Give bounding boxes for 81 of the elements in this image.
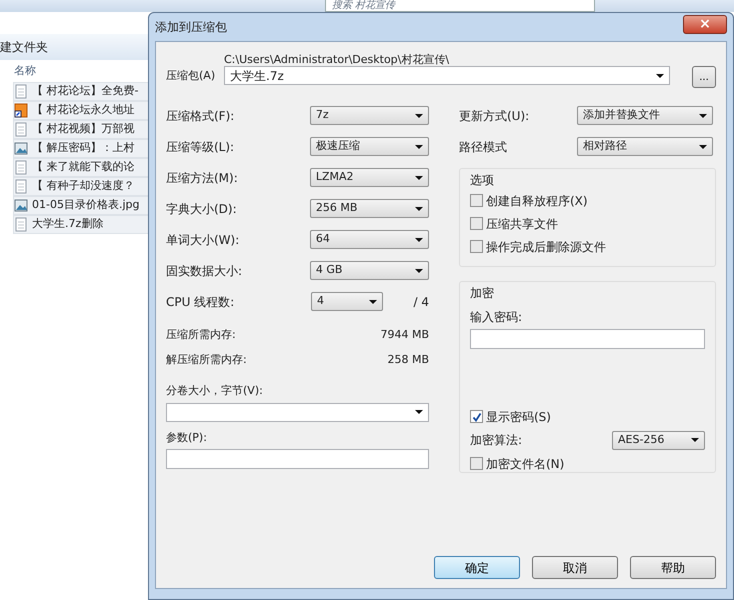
volume-size-field[interactable] (166, 402, 429, 422)
document-icon (14, 160, 28, 175)
caret-icon (691, 438, 699, 442)
field-label: 路径模式 (459, 138, 508, 156)
dropdown[interactable]: 4 (311, 292, 383, 311)
document-icon (14, 179, 28, 194)
ok-button[interactable]: 确定 (434, 556, 520, 579)
field-label: 输入密码: (470, 309, 524, 326)
document-icon (14, 122, 28, 137)
caret-icon (415, 238, 423, 242)
file-row[interactable]: 【 村花视频】万部视 (13, 120, 150, 139)
checkbox[interactable] (470, 217, 483, 230)
checkbox-label[interactable]: 操作完成后删除源文件 (486, 238, 606, 256)
password-field[interactable] (470, 329, 705, 349)
checkbox[interactable] (470, 410, 483, 423)
field-label: 参数(P): (166, 430, 208, 446)
field-label: 分卷大小，字节(V): (166, 383, 264, 399)
dialog-button[interactable]: 取消 (532, 556, 618, 579)
dropdown[interactable]: 64 (310, 230, 429, 249)
dropdown[interactable]: 4 GB (310, 261, 429, 280)
memory-label: 解压缩所需内存: (166, 352, 247, 368)
checkbox-label[interactable]: 显示密码(S) (486, 408, 551, 426)
caret-icon (415, 268, 423, 272)
file-row[interactable]: 【 来了就能下载的论 (13, 158, 150, 177)
file-row[interactable]: 【 有种子却没速度？ (13, 177, 150, 196)
image-file-icon (14, 198, 28, 213)
caret-icon (699, 144, 707, 148)
field-label: 压缩等级(L): (166, 138, 236, 156)
dropdown[interactable]: 极速压缩 (310, 137, 429, 156)
caret-icon (656, 74, 664, 78)
field-label: 固实数据大小: (166, 262, 244, 280)
caret-icon (415, 176, 423, 180)
field-label: 字典大小(D): (166, 200, 238, 218)
group-title: 选项 (470, 172, 495, 189)
file-row[interactable]: 【 村花论坛】全免费- (13, 82, 150, 101)
dropdown[interactable]: 相对路径 (577, 137, 713, 156)
caret-icon (415, 410, 423, 414)
toolbar-label[interactable]: 建文件夹 (0, 40, 48, 54)
image-file-icon (14, 141, 28, 156)
window-title: 添加到压缩包 (155, 19, 227, 36)
file-row[interactable]: 大学生.7z删除 (13, 215, 150, 234)
dropdown[interactable]: 7z (310, 106, 429, 125)
column-header[interactable]: 名称 (14, 62, 36, 80)
shortcut-icon (14, 103, 28, 118)
document-icon (14, 217, 28, 232)
checkbox[interactable] (470, 194, 483, 207)
field-label: 单词大小(W): (166, 232, 240, 248)
archive-name-field[interactable]: 大学生.7z (224, 66, 670, 85)
file-row[interactable]: 【 村花论坛永久地址 (13, 101, 150, 120)
archive-label: 压缩包(A) (166, 68, 216, 84)
archive-path: C:\Users\Administrator\Desktop\村花宣传\ (224, 52, 450, 66)
checkbox-label[interactable]: 压缩共享文件 (486, 214, 558, 232)
dropdown[interactable]: AES-256 (612, 430, 705, 450)
caret-icon (415, 144, 423, 148)
field-label: 压缩格式(F): (166, 108, 236, 124)
parameters-field[interactable] (166, 449, 429, 469)
caret-icon (699, 114, 707, 118)
dropdown[interactable]: 添加并替换文件 (577, 106, 713, 125)
browse-button[interactable]: ... (692, 66, 716, 88)
document-icon (14, 84, 28, 99)
checkbox-label[interactable]: 创建自释放程序(X) (486, 192, 588, 210)
memory-label: 压缩所需内存: (166, 327, 236, 344)
group-title: 加密 (470, 285, 495, 302)
memory-value: 258 MB (387, 352, 429, 368)
dropdown[interactable]: LZMA2 (310, 168, 429, 187)
checkbox-label[interactable]: 加密文件名(N) (486, 454, 564, 472)
field-label: 加密算法: (470, 432, 522, 449)
caret-icon (369, 300, 377, 304)
thread-total: / 4 (414, 294, 429, 310)
dropdown[interactable]: 256 MB (310, 199, 429, 218)
field-label: 压缩方法(M): (166, 170, 239, 186)
dialog-button[interactable]: 帮助 (630, 556, 716, 579)
memory-value: 7944 MB (380, 327, 429, 344)
caret-icon (415, 206, 423, 210)
field-label: CPU 线程数: (166, 294, 236, 310)
caret-icon (415, 114, 423, 118)
checkbox[interactable] (470, 457, 483, 470)
file-row[interactable]: 【 解压密码】：上村 (13, 139, 150, 158)
field-label: 更新方式(U): (459, 108, 530, 124)
checkbox[interactable] (470, 240, 483, 253)
file-row[interactable]: 01-05目录价格表.jpg (13, 196, 150, 215)
